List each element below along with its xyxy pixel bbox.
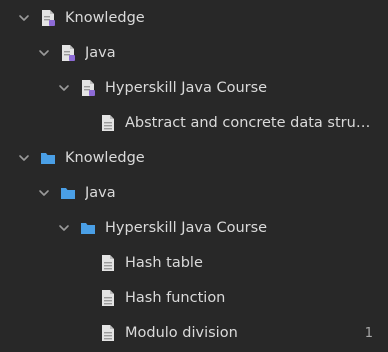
folder-icon <box>81 223 95 234</box>
tree-row-hyperskill-folder[interactable]: Hyperskill Java Course <box>0 211 388 246</box>
tree-row-label: Modulo division <box>125 325 238 341</box>
tree-row-java-notes[interactable]: Java <box>0 36 388 71</box>
document-icon <box>102 325 114 341</box>
document-icon <box>102 255 114 271</box>
tree-row-label: Java <box>85 45 116 61</box>
folder-icon <box>61 188 75 199</box>
tree-row-label: Hyperskill Java Course <box>105 220 268 236</box>
item-count-badge: 1 <box>364 326 373 341</box>
note-folder-icon <box>82 80 95 96</box>
tree-row-label: Abstract and concrete data struct… <box>125 115 377 131</box>
tree-row-knowledge-folder[interactable]: Knowledge <box>0 141 388 176</box>
tree-row-hyperskill-notes[interactable]: Hyperskill Java Course <box>0 71 388 106</box>
chevron-down-icon[interactable] <box>57 81 71 95</box>
tree-row-document[interactable]: Hash table <box>0 246 388 281</box>
document-icon <box>102 290 114 306</box>
note-folder-icon <box>42 10 55 26</box>
file-tree: Knowledge Java Hyperskill Java Course Ab… <box>0 1 388 351</box>
tree-row-document[interactable]: Hash function <box>0 281 388 316</box>
chevron-down-icon[interactable] <box>37 186 51 200</box>
tree-row-label: Knowledge <box>65 150 145 166</box>
folder-icon <box>41 153 55 164</box>
chevron-down-icon[interactable] <box>57 221 71 235</box>
chevron-down-icon[interactable] <box>17 151 31 165</box>
tree-row-document[interactable]: Modulo division 1 <box>0 316 388 351</box>
tree-row-knowledge-notes[interactable]: Knowledge <box>0 1 388 36</box>
chevron-down-icon[interactable] <box>37 46 51 60</box>
tree-row-label: Java <box>85 185 116 201</box>
tree-row-label: Hyperskill Java Course <box>105 80 268 96</box>
tree-row-label: Hash function <box>125 290 226 306</box>
note-folder-icon <box>62 45 75 61</box>
tree-row-label: Knowledge <box>65 10 145 26</box>
tree-row-java-folder[interactable]: Java <box>0 176 388 211</box>
document-icon <box>102 115 114 131</box>
chevron-down-icon[interactable] <box>17 11 31 25</box>
tree-row-label: Hash table <box>125 255 203 271</box>
tree-row-document[interactable]: Abstract and concrete data struct… <box>0 106 388 141</box>
